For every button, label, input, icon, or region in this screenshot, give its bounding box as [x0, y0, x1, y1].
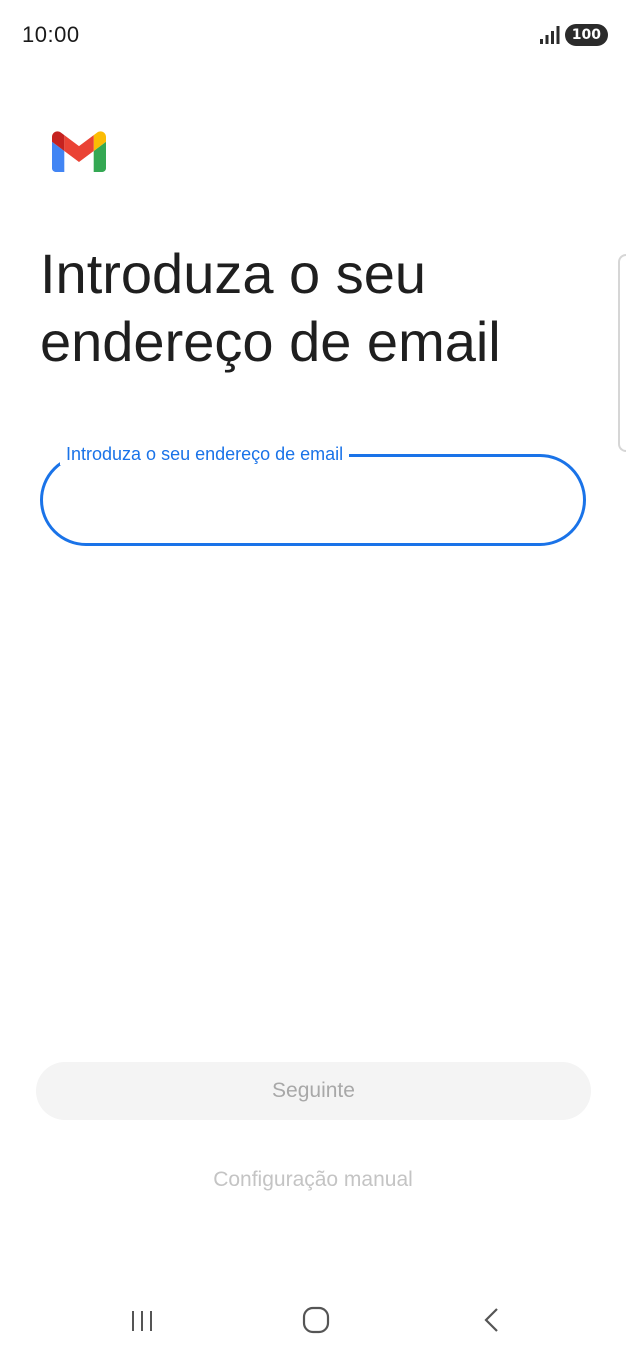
email-input[interactable] [66, 478, 560, 524]
home-button[interactable] [286, 1290, 346, 1350]
back-button[interactable] [462, 1290, 522, 1350]
next-button[interactable]: Seguinte [36, 1062, 591, 1120]
recents-button[interactable] [112, 1290, 172, 1350]
gmail-logo [52, 131, 106, 172]
edge-panel-handle[interactable] [618, 254, 626, 452]
back-icon [484, 1308, 498, 1332]
page-title: Introduza o seu endereço de email [40, 242, 501, 373]
status-bar: 10:00 100 [0, 0, 626, 72]
signal-icon [539, 26, 560, 44]
manual-setup-link[interactable]: Configuração manual [0, 1168, 626, 1192]
navigation-bar [0, 1290, 626, 1350]
home-icon [302, 1306, 330, 1334]
email-field-label: Introduza o seu endereço de email [60, 443, 350, 465]
recents-icon [132, 1311, 152, 1331]
status-time: 10:00 [22, 22, 80, 47]
email-field[interactable]: Introduza o seu endereço de email [40, 443, 586, 546]
battery-icon: 100 [564, 24, 608, 46]
status-icons: 100 [539, 24, 608, 46]
